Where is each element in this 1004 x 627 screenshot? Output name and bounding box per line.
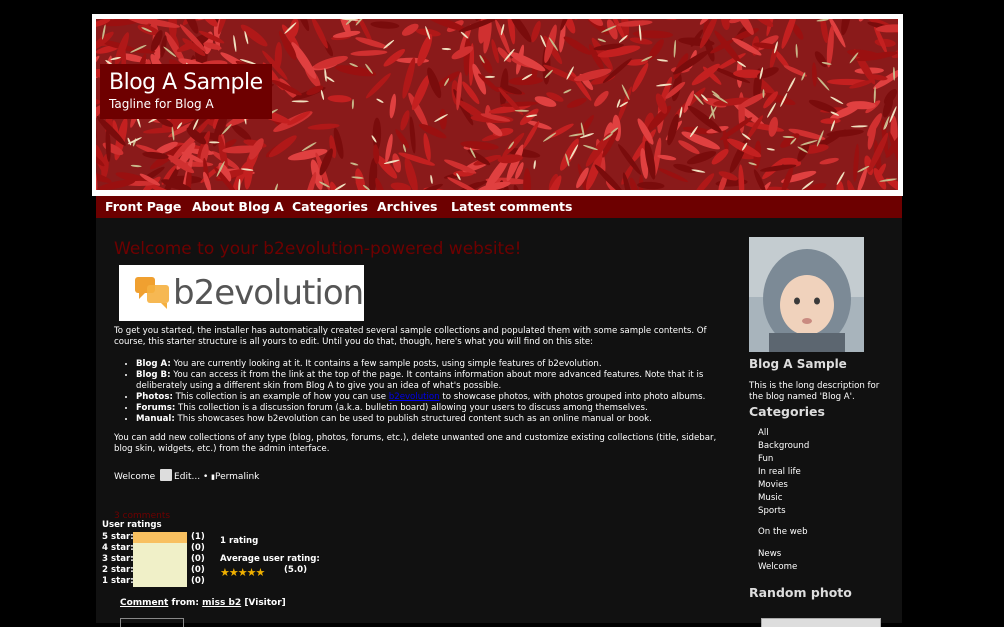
category-item[interactable]: Welcome: [758, 561, 797, 574]
random-photo-heading: Random photo: [749, 585, 852, 600]
sidebar-blog-description: This is the long description for the blo…: [749, 381, 894, 403]
header-frame: Blog A Sample Tagline for Blog A: [92, 14, 903, 196]
rating-row: 4 star: (0): [102, 543, 302, 554]
list-item: Forums: This collection is a discussion …: [136, 403, 732, 414]
ratings-heading: User ratings: [102, 520, 162, 530]
comment-link[interactable]: Comment: [120, 598, 168, 608]
rating-bar: [133, 543, 187, 554]
category-item[interactable]: Background: [758, 440, 809, 453]
rating-bar: [133, 554, 187, 565]
post-intro: To get you started, the installer has au…: [114, 326, 730, 348]
content-area: Welcome to your b2evolution-powered webs…: [96, 218, 902, 623]
blog-title-box[interactable]: Blog A Sample Tagline for Blog A: [100, 64, 272, 119]
header-banner-image: Blog A Sample Tagline for Blog A: [96, 19, 898, 190]
category-item[interactable]: Movies: [758, 479, 809, 492]
b2evolution-logo-icon: [127, 265, 177, 321]
list-item: Blog B: You can access it from the link …: [136, 370, 732, 392]
category-item[interactable]: On the web: [758, 526, 808, 539]
child-photo: [749, 237, 864, 352]
blog-tagline: Tagline for Blog A: [109, 97, 263, 111]
menu-archives[interactable]: Archives: [377, 199, 438, 214]
comment-author-link[interactable]: miss b2: [202, 598, 241, 608]
b2evolution-logo: b2evolution: [119, 265, 364, 321]
permalink-link[interactable]: Permalink: [215, 472, 259, 482]
rating-bar: [133, 565, 187, 576]
post-title[interactable]: Welcome to your b2evolution-powered webs…: [114, 239, 522, 259]
category-list: All Background Fun In real life Movies M…: [758, 427, 809, 518]
menu-categories[interactable]: Categories: [292, 199, 368, 214]
category-item[interactable]: News: [758, 548, 797, 561]
category-item[interactable]: All: [758, 427, 809, 440]
main-menu: Front Page About Blog A Categories Archi…: [96, 196, 902, 218]
edit-icon[interactable]: [160, 469, 172, 481]
rating-summary: 1 rating: [220, 536, 258, 546]
category-list-web: On the web: [758, 526, 808, 539]
comment-header: Comment from: miss b2 [Visitor]: [120, 598, 286, 608]
sidebar-blog-name: Blog A Sample: [749, 357, 847, 371]
post-category-link[interactable]: Welcome: [114, 472, 155, 482]
rating-bar: [133, 576, 187, 587]
rating-bar: [133, 532, 187, 543]
rating-row: 2 star: (0): [102, 565, 302, 576]
post-outro: You can add new collections of any type …: [114, 433, 730, 455]
edit-link[interactable]: Edit...: [174, 472, 200, 482]
menu-front-page[interactable]: Front Page: [105, 199, 181, 214]
menu-about-blog-a[interactable]: About Blog A: [192, 199, 284, 214]
category-list-extra: News Welcome: [758, 548, 797, 574]
post-bullet-list: Blog A: You are currently looking at it.…: [114, 359, 732, 425]
star-rating-icons: ★★★★★: [220, 566, 264, 579]
list-item: Blog A: You are currently looking at it.…: [136, 359, 732, 370]
b2evolution-link[interactable]: b2evolution: [389, 392, 440, 402]
list-item: Photos: This collection is an example of…: [136, 392, 732, 403]
average-rating-value: (5.0): [284, 565, 307, 575]
menu-latest-comments[interactable]: Latest comments: [451, 199, 572, 214]
list-item: Manual: This showcases how b2evolution c…: [136, 414, 732, 425]
rating-row: 1 star: (0): [102, 576, 302, 587]
blog-avatar-image: [749, 237, 864, 352]
category-item[interactable]: In real life: [758, 466, 809, 479]
meta-separator: •: [203, 472, 208, 482]
category-item[interactable]: Music: [758, 492, 809, 505]
post-meta: Welcome Edit... • ▮Permalink: [114, 469, 259, 482]
blog-title[interactable]: Blog A Sample: [109, 70, 263, 96]
average-rating-label: Average user rating:: [220, 554, 320, 564]
categories-heading: Categories: [749, 404, 825, 419]
rating-row: 5 star: (1): [102, 532, 302, 543]
category-item[interactable]: Sports: [758, 505, 809, 518]
category-item[interactable]: Fun: [758, 453, 809, 466]
b2evolution-logo-text: b2evolution: [173, 273, 363, 313]
